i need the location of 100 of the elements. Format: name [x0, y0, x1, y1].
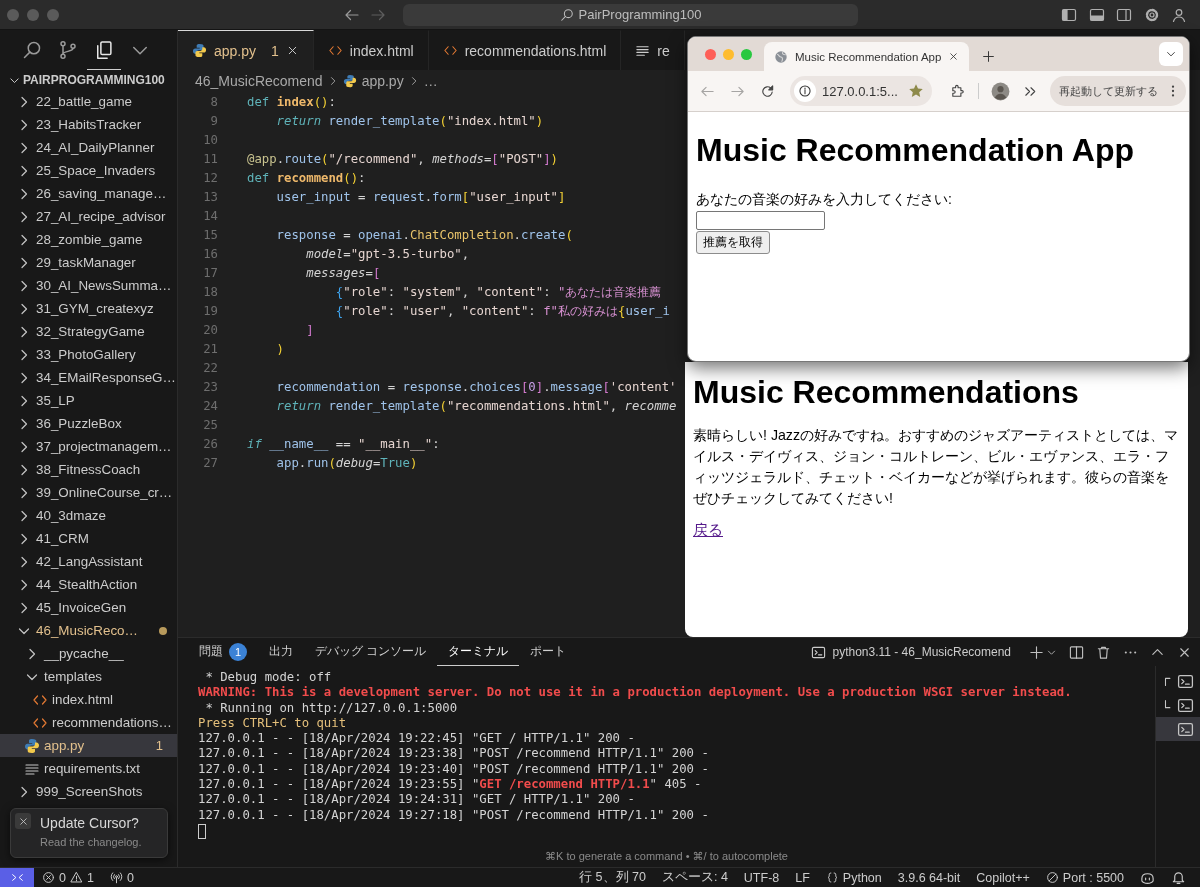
tree-item[interactable]: 46_MusicReco… [0, 619, 177, 642]
editor-tab[interactable]: recommendations.html [428, 30, 622, 70]
tree-item[interactable]: 39_OnlineCourse_cr… [0, 481, 177, 504]
ports-status[interactable]: 0 [101, 870, 142, 885]
bell-icon[interactable] [1171, 870, 1186, 885]
secondary-sidebar-icon[interactable] [1116, 6, 1132, 23]
panel-tab[interactable]: ターミナル [437, 638, 520, 666]
breadcrumb-item[interactable]: app.py [342, 73, 404, 89]
tree-item[interactable]: 26_saving_manage… [0, 182, 177, 205]
submit-button[interactable]: 推薦を取得 [696, 231, 770, 254]
reload-icon[interactable] [760, 83, 775, 99]
tree-item[interactable]: 40_3dmaze [0, 504, 177, 527]
line-number: 25 [202, 418, 218, 432]
tree-item[interactable]: 42_LangAssistant [0, 550, 177, 573]
problems-status[interactable]: 0 1 [34, 870, 102, 885]
terminal-line: 127.0.0.1 - - [18/Apr/2024 19:23:38] "POST /recommend HTTP/1.1" 200 - [198, 746, 709, 762]
search-field[interactable]: PairProgramming100 [403, 3, 858, 26]
tree-item[interactable]: 45_InvoiceGen [0, 596, 177, 619]
editor-tab[interactable]: re [621, 30, 685, 70]
tree-item[interactable]: __pycache__ [0, 642, 177, 665]
notification-link[interactable]: Read the changelog. [40, 836, 167, 848]
lines-icon [635, 43, 651, 58]
terminal-tab[interactable] [1156, 717, 1200, 741]
update-button[interactable]: 再起動して更新する [1050, 76, 1186, 106]
account-icon[interactable] [1171, 6, 1187, 23]
copilot-icon[interactable] [1140, 870, 1155, 885]
panel-tab[interactable]: ポート [519, 638, 578, 666]
status-item[interactable]: UTF-8 [735, 870, 788, 885]
tree-item[interactable]: 28_zombie_game [0, 228, 177, 251]
line-number: 12 [202, 171, 218, 185]
panel-tab[interactable]: 問題 1 [188, 638, 258, 666]
tree-item[interactable]: 36_PuzzleBox [0, 412, 177, 435]
trash-icon[interactable] [1096, 644, 1111, 660]
line-number: 22 [202, 361, 218, 375]
problem-count: 1 [271, 42, 279, 59]
tree-item[interactable]: templates [0, 665, 177, 688]
code-line: ] [305, 323, 314, 337]
editor-tab[interactable]: app.py 1 [178, 30, 314, 70]
text-input[interactable] [696, 211, 825, 230]
tree-item[interactable]: 31_GYM_createxyz [0, 297, 177, 320]
tree-item[interactable]: 24_AI_DailyPlanner [0, 136, 177, 159]
panel-toggle-icon[interactable] [1088, 6, 1105, 23]
breadcrumb-item[interactable]: 46_MusicRecomend [195, 73, 323, 89]
files-icon [94, 39, 114, 60]
puzzle-icon[interactable] [950, 83, 965, 99]
star-icon[interactable] [908, 83, 924, 99]
status-item[interactable]: Copilot++ [968, 870, 1038, 885]
tree-item[interactable]: 38_FitnessCoach [0, 458, 177, 481]
tree-item[interactable]: 23_HabitsTracker [0, 113, 177, 136]
tree-item[interactable]: app.py 1 [0, 734, 177, 757]
tree-item[interactable]: recommendations… [0, 711, 177, 734]
tree-item[interactable]: 35_LP [0, 389, 177, 412]
back-link[interactable]: 戻る [693, 522, 723, 538]
editor-tab[interactable]: index.html [313, 30, 429, 70]
address-bar[interactable]: 127.0.0.1:5... [790, 76, 932, 106]
line-number: 9 [209, 114, 218, 128]
tree-item[interactable]: requirements.txt [0, 757, 177, 780]
split-icon[interactable] [1069, 644, 1084, 660]
status-item[interactable]: Python [817, 870, 890, 885]
tree-item[interactable]: 34_EMailResponseG… [0, 366, 177, 389]
status-item[interactable]: 3.9.6 64-bit [889, 870, 969, 885]
new-tab-icon[interactable] [982, 50, 995, 63]
code-brackets-icon [442, 43, 458, 58]
status-item[interactable]: スペース: 4 [653, 869, 736, 886]
tree-item[interactable]: 22_battle_game [0, 90, 177, 113]
status-item[interactable]: Port : 5500 [1037, 870, 1132, 885]
panel-tab[interactable]: デバッグ コンソール [304, 638, 438, 666]
explorer-header[interactable]: PAIRPROGRAMMING100 [0, 70, 177, 90]
tree-item[interactable]: 30_AI_NewsSumma… [0, 274, 177, 297]
breadcrumb-item[interactable]: … [423, 73, 438, 89]
tree-item[interactable]: 27_AI_recipe_advisor [0, 205, 177, 228]
browser-tab[interactable]: Music Recommendation App [764, 42, 969, 71]
tree-item[interactable]: 33_PhotoGallery [0, 343, 177, 366]
settings-icon[interactable] [1143, 6, 1160, 23]
status-item[interactable]: LF [787, 870, 818, 885]
tree-item[interactable]: 25_Space_Invaders [0, 159, 177, 182]
search-icon [22, 39, 42, 60]
terminal-line: 127.0.0.1 - - [18/Apr/2024 19:23:55] "GET /recommend HTTP/1.1" 405 - [198, 777, 702, 793]
page-heading: Music Recommendations [693, 374, 1080, 411]
code-line: app.run(debug=True) [275, 456, 418, 470]
tree-item[interactable]: 29_taskManager [0, 251, 177, 274]
avatar-icon[interactable] [991, 81, 1010, 101]
terminal-selector[interactable]: python3.11 - 46_MusicRecomend [811, 644, 1011, 660]
info-icon[interactable] [798, 84, 812, 98]
close-button[interactable] [15, 813, 31, 829]
tree-item[interactable]: 32_StrategyGame [0, 320, 177, 343]
status-item[interactable]: 行 5、列 70 [571, 869, 654, 886]
tree-item[interactable]: 37_projectmanagem… [0, 435, 177, 458]
line-number: 17 [202, 266, 218, 280]
tree-item[interactable]: 44_StealthAction [0, 573, 177, 596]
sidebar-toggle-icon[interactable] [1061, 6, 1077, 23]
panel-tab[interactable]: 出力 [258, 638, 304, 666]
close-icon [17, 815, 29, 827]
terminal-line: * Debug mode: off [204, 670, 332, 686]
plus-icon[interactable] [1029, 644, 1044, 660]
remote-button[interactable] [0, 867, 34, 887]
tree-item[interactable]: 999_ScreenShots [0, 780, 177, 803]
tree-item[interactable]: index.html [0, 688, 177, 711]
close-icon[interactable] [948, 51, 960, 62]
tree-item[interactable]: 41_CRM [0, 527, 177, 550]
